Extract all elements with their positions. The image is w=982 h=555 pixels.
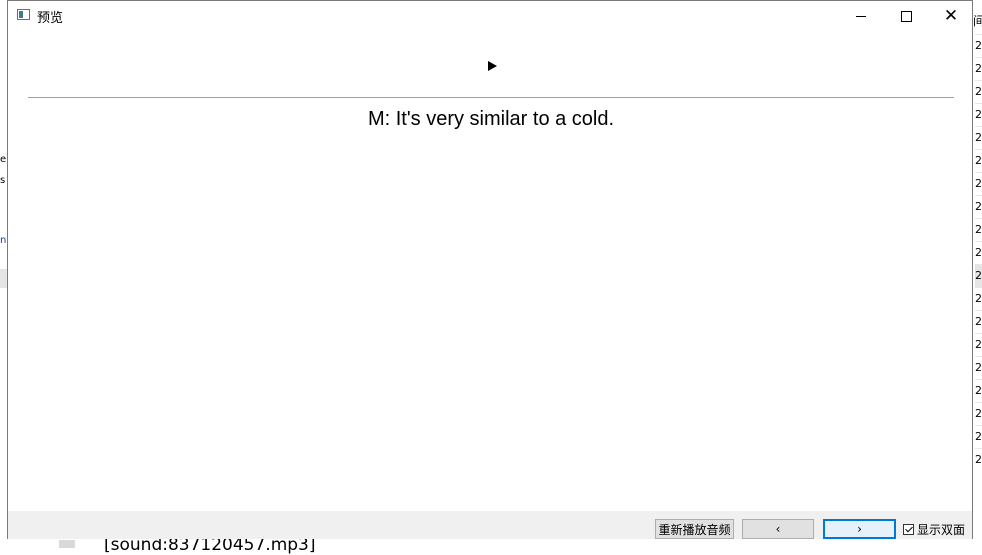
next-button[interactable]: › xyxy=(823,519,896,539)
divider xyxy=(28,97,954,98)
play-icon[interactable] xyxy=(488,61,497,71)
bg-right-row: 2 xyxy=(975,103,982,126)
bg-right-row: 2 xyxy=(975,264,982,287)
chevron-right-icon: › xyxy=(857,522,862,536)
window-title: 预览 xyxy=(37,11,64,26)
close-button[interactable]: ✕ xyxy=(928,1,974,31)
close-icon: ✕ xyxy=(943,5,959,26)
bg-right-row: 2 xyxy=(975,241,982,264)
bg-right-row: 2 xyxy=(975,195,982,218)
bg-bottom-block xyxy=(59,540,75,548)
bg-right-row: 2 xyxy=(975,287,982,310)
bg-right-row: 2 xyxy=(975,172,982,195)
bg-right-row: 2 xyxy=(975,80,982,103)
previous-button[interactable]: ‹ xyxy=(742,519,814,539)
bg-right-row: 2 xyxy=(975,333,982,356)
bottom-bar: 重新播放音频 ‹ › 显示双面 xyxy=(8,511,972,539)
checkbox-checked-icon[interactable] xyxy=(903,524,914,535)
replay-audio-button[interactable]: 重新播放音频 xyxy=(655,519,734,539)
minimize-icon xyxy=(856,15,866,17)
bg-right-row: 2 xyxy=(975,425,982,448)
card-sentence: M: It's very similar to a cold. xyxy=(367,108,615,130)
bg-left-fragment-2: s xyxy=(0,175,6,186)
bg-left-fragment-3: n xyxy=(0,235,7,246)
bg-right-row: 2 xyxy=(975,402,982,425)
maximize-button[interactable] xyxy=(883,1,929,31)
bg-right-row: 2 xyxy=(975,34,982,57)
bg-right-row: 2 xyxy=(975,310,982,333)
chevron-left-icon: ‹ xyxy=(775,522,781,536)
preview-window: 预览 ✕ M: It's very similar to a cold. 重新播… xyxy=(7,0,973,539)
minimize-button[interactable] xyxy=(838,1,884,31)
app-icon xyxy=(17,9,30,20)
bg-right-row: 2 xyxy=(975,448,982,471)
maximize-icon xyxy=(900,10,912,22)
show-both-sides-label: 显示双面 xyxy=(917,523,966,537)
bg-right-row: 2 xyxy=(975,356,982,379)
bg-right-row: 2 xyxy=(975,126,982,149)
bg-right-row: 2 xyxy=(975,379,982,402)
title-bar[interactable]: 预览 ✕ xyxy=(8,1,972,31)
show-both-sides-toggle[interactable]: 显示双面 xyxy=(903,521,965,538)
bg-right-row: 2 xyxy=(975,149,982,172)
bg-right-row: 2 xyxy=(975,218,982,241)
bg-right-header: 间 xyxy=(973,14,982,28)
bg-right-row: 2 xyxy=(975,57,982,80)
